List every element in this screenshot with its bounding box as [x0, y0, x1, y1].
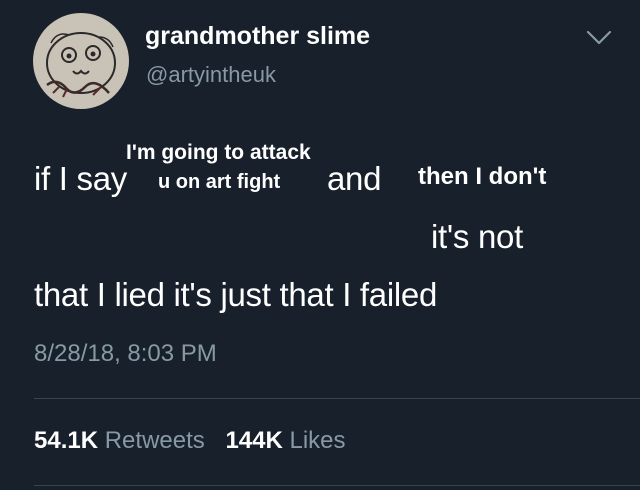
tweet-text-and: and: [327, 160, 382, 197]
retweets-stat[interactable]: 54.1K Retweets: [34, 427, 205, 455]
likes-stat[interactable]: 144K Likes: [225, 427, 345, 455]
tweet-text-if-i-say: if I say: [34, 160, 127, 197]
overlay-text-attack: I'm going to attack: [126, 141, 311, 164]
retweets-count: 54.1K: [34, 427, 99, 454]
tweet-timestamp[interactable]: 8/28/18, 8:03 PM: [34, 340, 217, 368]
overlay-text-art-fight: u on art fight: [158, 171, 281, 193]
display-name[interactable]: grandmother slime: [145, 22, 370, 51]
avatar[interactable]: [33, 13, 129, 109]
retweets-label: Retweets: [104, 427, 205, 454]
likes-label: Likes: [289, 427, 346, 454]
likes-count: 144K: [225, 427, 283, 454]
tweet-text-its-not: it's not: [431, 218, 523, 255]
tweet-text-last-line: that I lied it's just that I failed: [34, 276, 438, 313]
avatar-sketch-icon: [33, 13, 129, 109]
divider-bottom: [34, 485, 640, 486]
overlay-text-then-i-dont: then I don't: [418, 163, 547, 190]
user-handle[interactable]: @artyintheuk: [146, 62, 276, 88]
divider: [34, 398, 640, 399]
tweet-stats: 54.1K Retweets 144K Likes: [34, 427, 360, 455]
chevron-down-icon[interactable]: [586, 30, 612, 46]
